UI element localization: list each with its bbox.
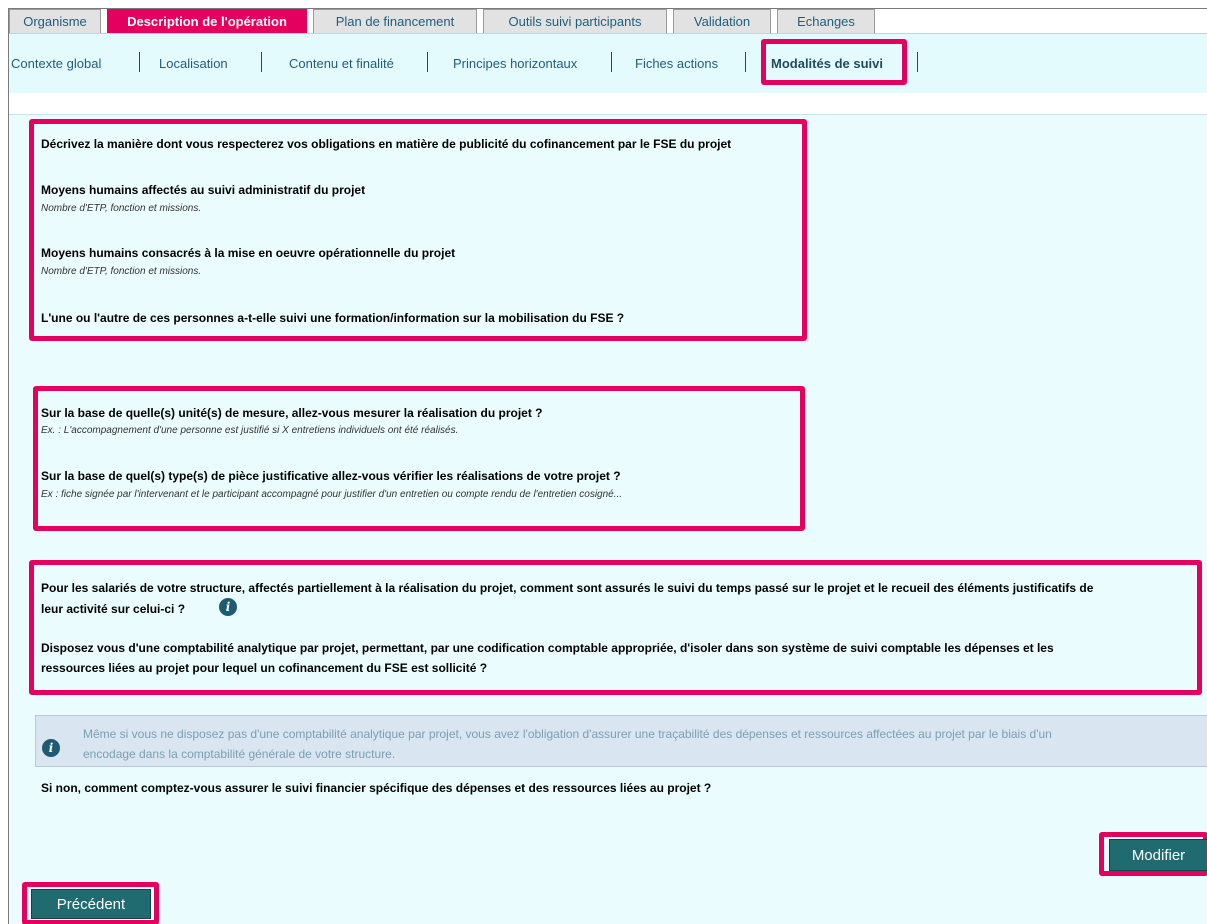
question-publicite: Décrivez la manière dont vous respectere… bbox=[41, 137, 732, 151]
subtab-separator bbox=[139, 52, 140, 72]
info-text-line-2: encodage dans la comptabilité générale d… bbox=[83, 747, 396, 761]
hint-unite-mesure: Ex. : L'accompagnement d'une personne es… bbox=[41, 425, 459, 436]
tab-echanges[interactable]: Echanges bbox=[777, 9, 875, 33]
info-box: i Même si vous ne disposez pas d'une com… bbox=[35, 715, 1207, 767]
question-moyens-admin: Moyens humains affectés au suivi adminis… bbox=[41, 183, 366, 197]
hint-moyens-operationnels: Nombre d'ETP, fonction et missions. bbox=[41, 266, 202, 277]
subtab-separator bbox=[611, 52, 612, 72]
question-suivi-financier: Si non, comment comptez-vous assurer le … bbox=[41, 781, 712, 795]
question-unite-mesure: Sur la base de quelle(s) unité(s) de mes… bbox=[41, 406, 543, 420]
modifier-button[interactable]: Modifier bbox=[1109, 839, 1207, 871]
info-text: Même si vous ne disposez pas d'une compt… bbox=[83, 724, 1203, 764]
highlight-section-1 bbox=[29, 119, 807, 341]
hint-moyens-admin: Nombre d'ETP, fonction et missions. bbox=[41, 203, 202, 214]
subtab-separator bbox=[917, 52, 918, 72]
tab-validation[interactable]: Validation bbox=[673, 9, 771, 33]
info-icon: i bbox=[42, 739, 60, 757]
highlight-subtab bbox=[761, 39, 907, 85]
subtab-principes-horizontaux[interactable]: Principes horizontaux bbox=[453, 56, 577, 71]
main-tabs: Organisme Description de l'opération Pla… bbox=[9, 9, 1207, 33]
question-suivi-temps-l2: leur activité sur celui-ci ? bbox=[41, 602, 186, 616]
subtab-fiches-actions[interactable]: Fiches actions bbox=[635, 56, 718, 71]
question-piece-justificative: Sur la base de quel(s) type(s) de pièce … bbox=[41, 469, 621, 483]
tab-plan-financement[interactable]: Plan de financement bbox=[313, 9, 477, 33]
info-icon[interactable]: i bbox=[219, 598, 237, 616]
subtab-separator bbox=[427, 52, 428, 72]
page-frame: Organisme Description de l'opération Pla… bbox=[8, 8, 1207, 924]
question-formation-fse: L'une ou l'autre de ces personnes a-t-el… bbox=[41, 311, 625, 325]
question-comptabilite-l1: Disposez vous d'une comptabilité analyti… bbox=[41, 641, 1054, 655]
header-spacer bbox=[9, 93, 1207, 115]
subtab-separator bbox=[261, 52, 262, 72]
tab-outils-suivi[interactable]: Outils suivi participants bbox=[483, 9, 667, 33]
precedent-button[interactable]: Précédent bbox=[31, 889, 151, 919]
subtab-contenu-finalite[interactable]: Contenu et finalité bbox=[289, 56, 394, 71]
question-moyens-operationnels: Moyens humains consacrés à la mise en oe… bbox=[41, 246, 456, 260]
subtab-localisation[interactable]: Localisation bbox=[159, 56, 228, 71]
sub-tabs: Contexte global Localisation Contenu et … bbox=[9, 33, 1207, 93]
info-text-line-1: Même si vous ne disposez pas d'une compt… bbox=[83, 727, 1052, 741]
question-suivi-temps-l1: Pour les salariés de votre structure, af… bbox=[41, 581, 1094, 595]
question-comptabilite-l2: ressources liées au projet pour lequel u… bbox=[41, 661, 488, 675]
subtab-separator bbox=[745, 52, 746, 72]
tab-description[interactable]: Description de l'opération bbox=[107, 9, 307, 33]
hint-piece-justificative: Ex : fiche signée par l'intervenant et l… bbox=[41, 489, 623, 500]
subtab-contexte-global[interactable]: Contexte global bbox=[11, 56, 101, 71]
tab-organisme[interactable]: Organisme bbox=[9, 9, 101, 33]
